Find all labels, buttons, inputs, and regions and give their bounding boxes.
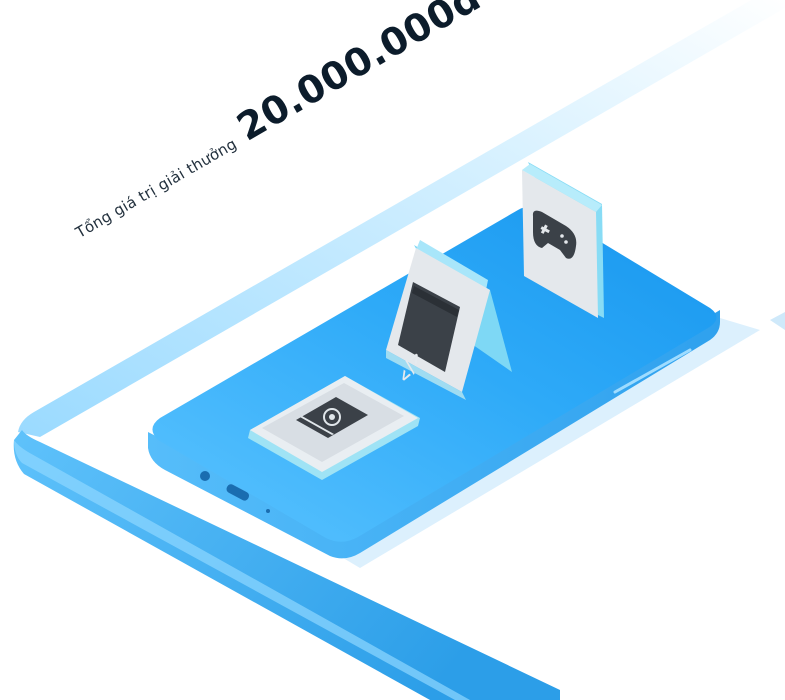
illustration-scene: </> — [13, 0, 785, 700]
